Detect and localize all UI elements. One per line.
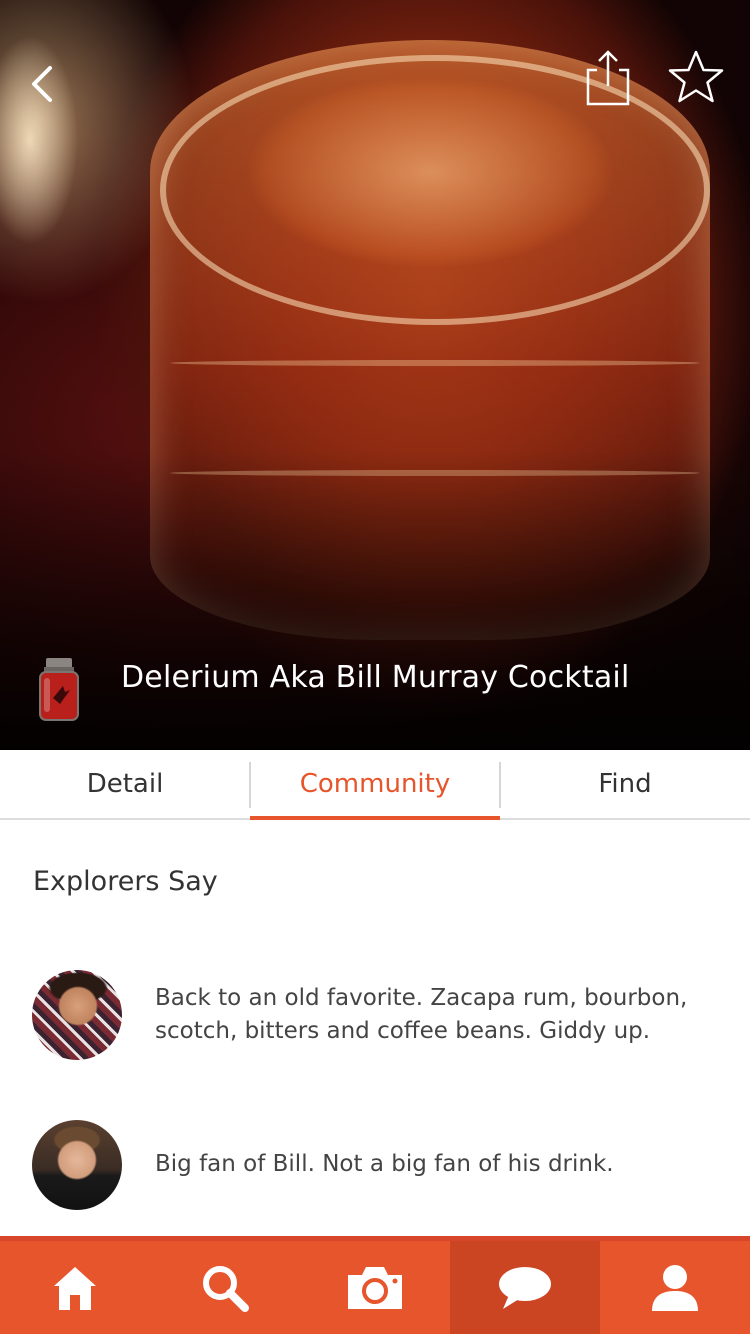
- share-icon: [586, 50, 630, 106]
- avatar[interactable]: [32, 1120, 122, 1210]
- bottom-nav: [0, 1236, 750, 1334]
- camera-icon: [348, 1266, 402, 1309]
- profile-icon: [652, 1264, 698, 1311]
- drink-hero-image: Delerium Aka Bill Murray Cocktail: [0, 0, 750, 750]
- tab-find[interactable]: Find: [500, 750, 750, 820]
- tab-detail[interactable]: Detail: [0, 750, 250, 820]
- jar-icon: [39, 658, 79, 721]
- back-button[interactable]: [18, 56, 70, 112]
- search-icon: [203, 1265, 249, 1312]
- avatar[interactable]: [32, 970, 122, 1060]
- share-button[interactable]: [580, 46, 636, 110]
- nav-profile[interactable]: [600, 1241, 750, 1334]
- favorite-button[interactable]: [664, 48, 728, 108]
- drink-title: Delerium Aka Bill Murray Cocktail: [121, 660, 630, 695]
- star-outline-icon: [668, 50, 724, 103]
- glass-band: [170, 360, 700, 366]
- comment-text: Big fan of Bill. Not a big fan of his dr…: [155, 1151, 614, 1177]
- list-item: Back to an old favorite. Zacapa rum, bou…: [0, 970, 750, 1062]
- chat-icon: [499, 1266, 551, 1309]
- section-title: Explorers Say: [33, 866, 218, 897]
- nav-search[interactable]: [150, 1241, 300, 1334]
- comment-text: Back to an old favorite. Zacapa rum, bou…: [155, 985, 688, 1044]
- list-item: Big fan of Bill. Not a big fan of his dr…: [0, 1120, 750, 1212]
- nav-camera[interactable]: [300, 1241, 450, 1334]
- nav-community[interactable]: [450, 1241, 600, 1334]
- hero-shade: [0, 450, 750, 750]
- tab-bar: Detail Community Find: [0, 750, 750, 820]
- nav-home[interactable]: [0, 1241, 150, 1334]
- active-tab-indicator: [250, 816, 500, 820]
- tab-community[interactable]: Community: [250, 750, 500, 820]
- chevron-left-icon: [32, 66, 52, 102]
- home-icon: [54, 1266, 96, 1310]
